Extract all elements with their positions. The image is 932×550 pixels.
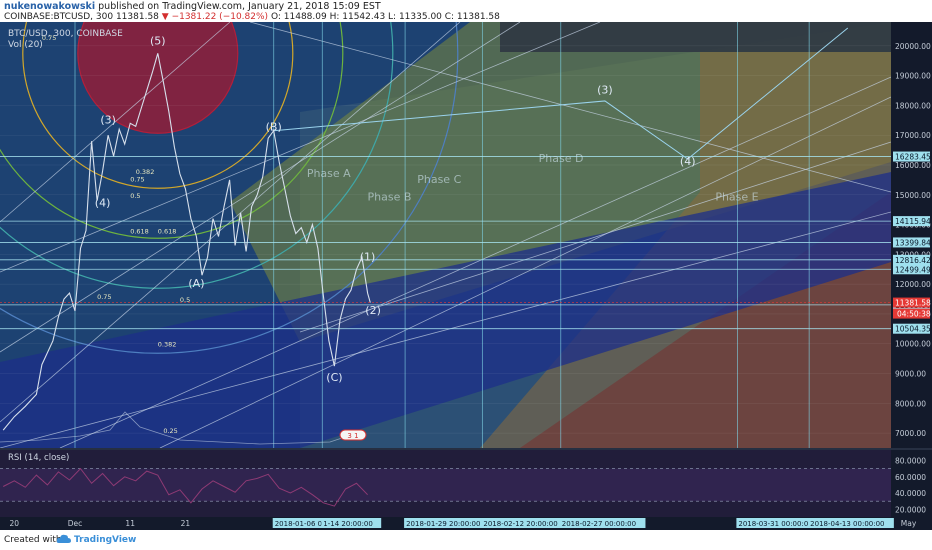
- events-badge-text[interactable]: 3 1: [347, 432, 358, 440]
- fib-label: 0.618: [158, 228, 177, 236]
- price-level-label: 14115.94: [895, 217, 931, 226]
- price-level-label: 10504.35: [895, 325, 931, 334]
- time-marker-label: 2018-03-31 00:00:0: [738, 520, 808, 528]
- y-tick-label: 8000.00: [895, 399, 926, 408]
- y-tick-label: 12000.00: [895, 280, 931, 289]
- wave-label: (3): [100, 113, 116, 126]
- fib-label: 0.5: [180, 296, 190, 304]
- rsi-tick-label: 40.0000: [895, 489, 926, 498]
- footer-bar: Created with TradingView: [0, 530, 932, 550]
- wave-label: (2): [365, 304, 381, 317]
- y-tick-label: 10000.00: [895, 340, 931, 349]
- fib-label: 0.75: [97, 293, 111, 301]
- rsi-tick-label: 60.0000: [895, 473, 926, 482]
- x-tick-label: May: [901, 519, 917, 528]
- y-tick-label: 18000.00: [895, 101, 931, 110]
- wave-label: (C): [326, 371, 342, 384]
- wave-label: (A): [188, 277, 204, 290]
- zone-label: Phase A: [307, 167, 351, 180]
- price-level-label: 16283.45: [895, 153, 931, 162]
- time-marker-label: 2018-01-29 20:00:00: [406, 520, 480, 528]
- publish-header: nukenowakowski published on TradingView.…: [0, 0, 932, 22]
- publish-line: nukenowakowski published on TradingView.…: [4, 1, 381, 12]
- time-marker-label: 2018-04-13 00:00:00: [810, 520, 884, 528]
- y-tick-label: 20000.00: [895, 42, 931, 51]
- x-tick-label: 11: [125, 519, 135, 528]
- price-level-label: 12499.49: [895, 265, 931, 274]
- fib-label: 0.25: [163, 427, 177, 435]
- wave-label: (5): [150, 34, 166, 47]
- price-level-label: 13399.84: [895, 238, 931, 247]
- y-tick-label: 19000.00: [895, 72, 931, 81]
- drawing-layer: Phase A Phase B Phase C Phase D Phase E 0.75 0…: [0, 22, 891, 448]
- wave-label: (4): [95, 197, 111, 210]
- x-tick-label: 20: [10, 519, 20, 528]
- price-level-label: 12816.42: [895, 256, 931, 265]
- time-marker-label: 2018-02-12 20:00:00: [483, 520, 557, 528]
- wave-label: (1): [360, 250, 376, 263]
- zone-label: Phase C: [417, 173, 461, 186]
- countdown-label: 04:50:38: [897, 310, 931, 319]
- author-link[interactable]: nukenowakowski: [4, 1, 95, 12]
- chart-svg[interactable]: Phase A Phase B Phase C Phase D Phase E 0.75 0…: [0, 22, 932, 530]
- wave-label: (3): [597, 83, 613, 96]
- chart-area[interactable]: Phase A Phase B Phase C Phase D Phase E 0.75 0…: [0, 22, 932, 530]
- rsi-tick-label: 80.0000: [895, 457, 926, 466]
- ohlc-values: O: 11488.09 H: 11542.43 L: 11335.00 C: 1…: [270, 12, 500, 22]
- y-tick-label: 17000.00: [895, 131, 931, 140]
- chart-title: BTC/USD, 300, COINBASE: [8, 29, 123, 39]
- y-tick-label: 9000.00: [895, 370, 926, 379]
- y-tick-label: 7000.00: [895, 429, 926, 438]
- last-value: 11381.58: [115, 12, 159, 22]
- symbol-label: COINBASE:BTCUSD, 300: [4, 12, 114, 22]
- created-with-label: Created with: [4, 535, 62, 545]
- fib-label: 0.618: [130, 228, 149, 236]
- zone-label: Phase B: [368, 191, 412, 204]
- wave-label: (4): [680, 155, 696, 168]
- time-marker-label: 2018-02-27 00:00:00: [562, 520, 636, 528]
- zone-label: Phase E: [715, 191, 758, 204]
- y-tick-label: 16000.00: [895, 161, 931, 170]
- symbol-line: COINBASE:BTCUSD, 300 11381.58 ▼ −1381.22…: [4, 12, 500, 22]
- rsi-band: [0, 468, 891, 502]
- y-tick-label: 15000.00: [895, 191, 931, 200]
- volume-label: Vol (20): [8, 40, 43, 50]
- fib-label: 0.5: [130, 192, 140, 200]
- tradingview-brand[interactable]: TradingView: [74, 535, 136, 545]
- last-price-label: 11381.58: [895, 299, 931, 308]
- x-tick-label: 21: [181, 519, 191, 528]
- upper-dark-zone: [500, 22, 891, 52]
- x-tick-label: Dec: [68, 519, 83, 528]
- zone-label: Phase D: [539, 152, 584, 165]
- rsi-title: RSI (14, close): [8, 453, 69, 463]
- price-axis-background: [892, 22, 932, 530]
- change-value: ▼ −1381.22 (−10.82%): [161, 12, 269, 22]
- fib-label: 0.75: [130, 175, 144, 183]
- rsi-tick-label: 20.0000: [895, 505, 926, 514]
- fib-label: 0.382: [158, 341, 177, 349]
- tradingview-cloud-icon: [56, 534, 71, 543]
- wave-label: (B): [266, 121, 282, 134]
- time-marker-label: 1-14 20:00:00: [323, 520, 373, 528]
- publish-info: published on TradingView.com, January 21…: [98, 1, 381, 12]
